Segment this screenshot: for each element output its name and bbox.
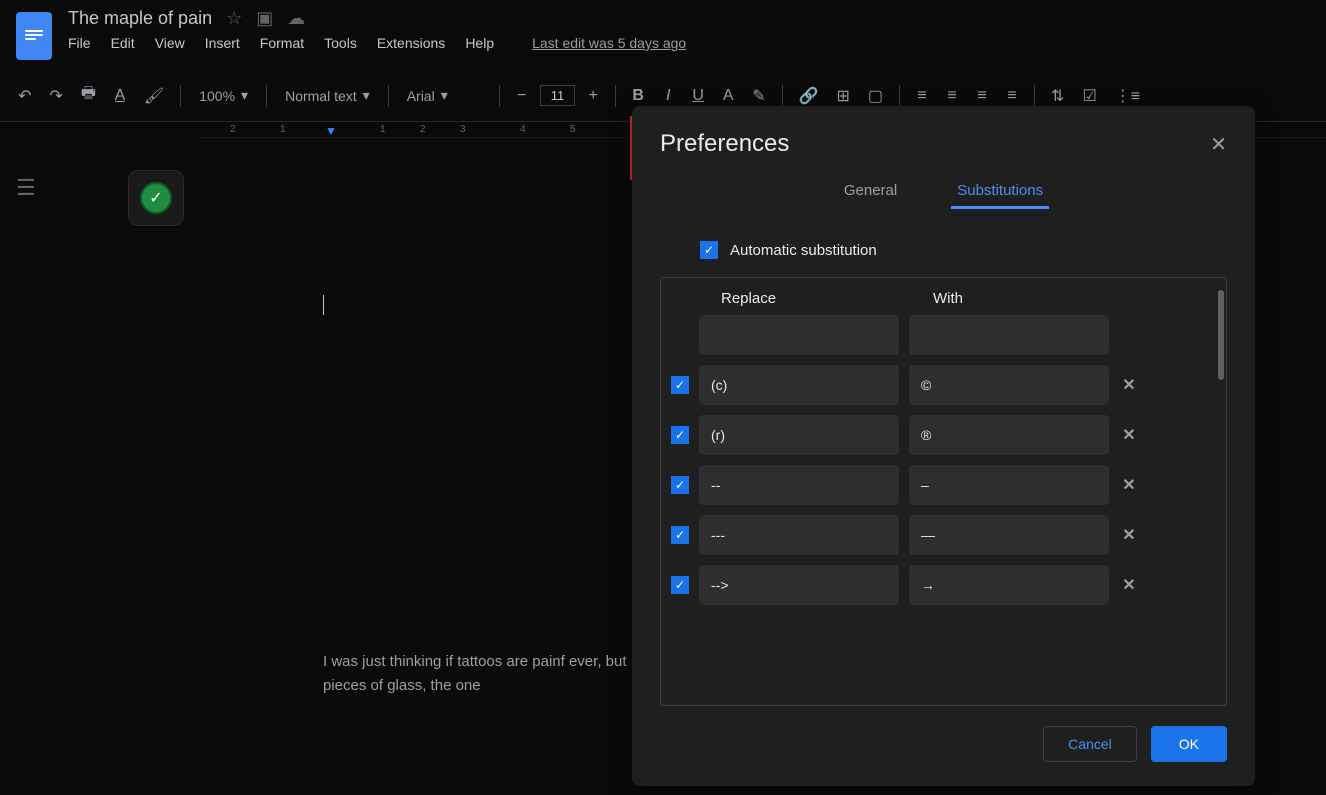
fontsize-input[interactable]: 11 — [540, 85, 576, 106]
with-input[interactable] — [909, 465, 1109, 505]
row-checkbox[interactable]: ✓ — [671, 526, 689, 544]
text-cursor — [323, 295, 324, 315]
print-icon[interactable]: 🖶 — [75, 76, 102, 115]
menu-edit[interactable]: Edit — [111, 35, 135, 51]
substitutions-table: Replace With ✓ ✕ ✓ ✕ ✓ ✕ ✓ — [660, 277, 1227, 706]
style-select[interactable]: Normal text ▾ — [277, 83, 378, 108]
delete-row-icon[interactable]: ✕ — [1119, 475, 1139, 495]
menu-format[interactable]: Format — [260, 35, 304, 51]
delete-row-icon[interactable]: ✕ — [1119, 425, 1139, 445]
scrollbar[interactable] — [1218, 290, 1224, 380]
row-checkbox[interactable]: ✓ — [671, 426, 689, 444]
auto-substitution-label: Automatic substitution — [730, 242, 877, 259]
star-icon[interactable]: ☆ — [226, 8, 242, 29]
menubar: File Edit View Insert Format Tools Exten… — [68, 35, 1310, 51]
cloud-icon[interactable]: ☁ — [287, 8, 305, 29]
move-icon[interactable]: ▣ — [256, 8, 273, 29]
indent-marker[interactable]: ▼ — [325, 124, 337, 138]
with-input-new[interactable] — [909, 315, 1109, 355]
cancel-button[interactable]: Cancel — [1043, 726, 1137, 762]
column-with: With — [933, 290, 1133, 307]
delete-row-icon[interactable]: ✕ — [1119, 525, 1139, 545]
undo-icon[interactable]: ↶ — [12, 80, 37, 112]
fontsize-minus[interactable]: − — [510, 81, 534, 111]
replace-input[interactable] — [699, 415, 899, 455]
row-checkbox[interactable]: ✓ — [671, 376, 689, 394]
zoom-select[interactable]: 100% ▾ — [191, 83, 256, 108]
dialog-title: Preferences — [660, 130, 789, 158]
with-input[interactable] — [909, 515, 1109, 555]
with-input[interactable] — [909, 365, 1109, 405]
ok-button[interactable]: OK — [1151, 726, 1227, 762]
row-checkbox[interactable]: ✓ — [671, 576, 689, 594]
auto-substitution-checkbox[interactable]: ✓ — [700, 241, 718, 259]
redo-icon[interactable]: ↷ — [43, 80, 68, 112]
menu-file[interactable]: File — [68, 35, 91, 51]
menu-tools[interactable]: Tools — [324, 35, 357, 51]
tab-substitutions[interactable]: Substitutions — [927, 172, 1073, 209]
replace-input[interactable] — [699, 465, 899, 505]
replace-input[interactable] — [699, 565, 899, 605]
replace-input[interactable] — [699, 365, 899, 405]
font-select[interactable]: Arial ▾ — [399, 83, 489, 108]
with-input[interactable] — [909, 565, 1109, 605]
spellcheck-icon[interactable]: A̲ — [108, 81, 132, 111]
tab-general[interactable]: General — [814, 172, 927, 209]
docs-logo[interactable] — [16, 12, 52, 60]
document-title[interactable]: The maple of pain — [68, 8, 212, 29]
delete-row-icon[interactable]: ✕ — [1119, 375, 1139, 395]
with-input[interactable] — [909, 415, 1109, 455]
fontsize-plus[interactable]: + — [581, 81, 605, 111]
preferences-dialog: Preferences ✕ General Substitutions ✓ Au… — [632, 106, 1255, 786]
close-icon[interactable]: ✕ — [1210, 132, 1227, 157]
check-icon: ✓ — [140, 182, 172, 214]
column-replace: Replace — [721, 290, 921, 307]
menu-extensions[interactable]: Extensions — [377, 35, 445, 51]
last-edit-link[interactable]: Last edit was 5 days ago — [532, 35, 686, 51]
menu-help[interactable]: Help — [465, 35, 494, 51]
replace-input-new[interactable] — [699, 315, 899, 355]
replace-input[interactable] — [699, 515, 899, 555]
menu-view[interactable]: View — [155, 35, 185, 51]
grammar-badge[interactable]: ✓ — [128, 170, 184, 226]
menu-insert[interactable]: Insert — [205, 35, 240, 51]
row-checkbox[interactable]: ✓ — [671, 476, 689, 494]
delete-row-icon[interactable]: ✕ — [1119, 575, 1139, 595]
outline-icon[interactable]: ☰ — [16, 175, 36, 200]
paint-format-icon[interactable]: 🖌 — [138, 80, 170, 112]
